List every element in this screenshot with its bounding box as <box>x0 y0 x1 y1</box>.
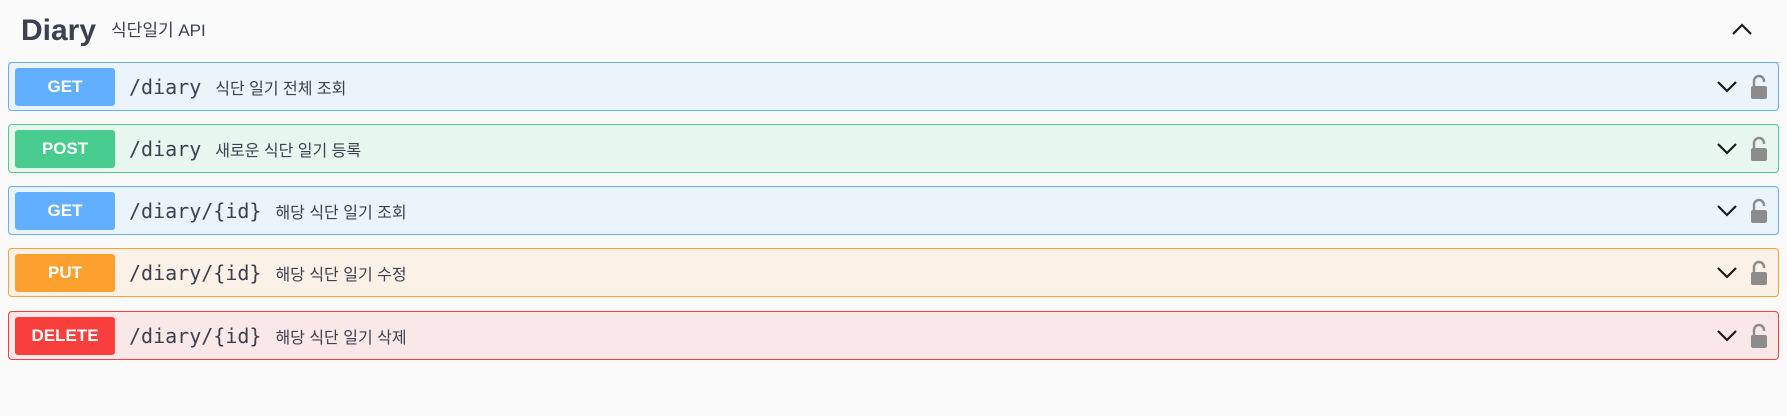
authorize-lock-button[interactable] <box>1748 72 1770 102</box>
expand-operation-button[interactable] <box>1714 74 1740 100</box>
operation-post-diary[interactable]: POST /diary 새로운 식단 일기 등록 <box>8 124 1779 173</box>
chevron-down-icon <box>1717 330 1737 342</box>
operation-get-diary[interactable]: GET /diary 식단 일기 전체 조회 <box>8 62 1779 111</box>
operation-summary: 해당 식단 일기 수정 <box>275 266 407 284</box>
operation-path: /diary/{id} <box>129 260 262 285</box>
method-badge: DELETE <box>15 316 115 355</box>
lock-icon <box>1751 260 1767 285</box>
operation-summary: 식단 일기 전체 조회 <box>215 80 347 98</box>
operation-delete-diary-id[interactable]: DELETE /diary/{id} 해당 식단 일기 삭제 <box>8 311 1779 360</box>
method-badge: GET <box>15 67 115 106</box>
chevron-down-icon <box>1717 143 1737 155</box>
chevron-down-icon <box>1717 205 1737 217</box>
lock-icon <box>1751 323 1767 348</box>
method-badge: GET <box>15 191 115 230</box>
collapse-tag-button[interactable] <box>1725 12 1759 46</box>
operation-get-diary-id[interactable]: GET /diary/{id} 해당 식단 일기 조회 <box>8 186 1779 235</box>
lock-icon <box>1751 74 1767 99</box>
tag-description: 식단일기 API <box>111 20 206 40</box>
lock-icon <box>1751 198 1767 223</box>
operation-put-diary-id[interactable]: PUT /diary/{id} 해당 식단 일기 수정 <box>8 248 1779 297</box>
operation-path: /diary/{id} <box>129 323 262 348</box>
lock-icon <box>1751 136 1767 161</box>
tag-name[interactable]: Diary <box>21 14 96 48</box>
authorize-lock-button[interactable] <box>1748 196 1770 226</box>
authorize-lock-button[interactable] <box>1748 134 1770 164</box>
authorize-lock-button[interactable] <box>1748 321 1770 351</box>
operation-summary: 새로운 식단 일기 등록 <box>215 142 362 160</box>
expand-operation-button[interactable] <box>1714 136 1740 162</box>
authorize-lock-button[interactable] <box>1748 258 1770 288</box>
operation-path: /diary <box>129 136 202 161</box>
operation-path: /diary <box>129 74 202 99</box>
expand-operation-button[interactable] <box>1714 323 1740 349</box>
method-badge: POST <box>15 129 115 168</box>
diary-tag-section: Diary 식단일기 API GET /diary 식단 일기 전체 조회 PO… <box>0 0 1787 416</box>
chevron-up-icon <box>1732 23 1752 35</box>
expand-operation-button[interactable] <box>1714 260 1740 286</box>
chevron-down-icon <box>1717 81 1737 93</box>
operation-summary: 해당 식단 일기 삭제 <box>275 329 407 347</box>
operation-summary: 해당 식단 일기 조회 <box>275 204 407 222</box>
chevron-down-icon <box>1717 267 1737 279</box>
tag-header[interactable]: Diary 식단일기 API <box>8 0 1781 63</box>
operation-path: /diary/{id} <box>129 198 262 223</box>
expand-operation-button[interactable] <box>1714 198 1740 224</box>
method-badge: PUT <box>15 253 115 292</box>
